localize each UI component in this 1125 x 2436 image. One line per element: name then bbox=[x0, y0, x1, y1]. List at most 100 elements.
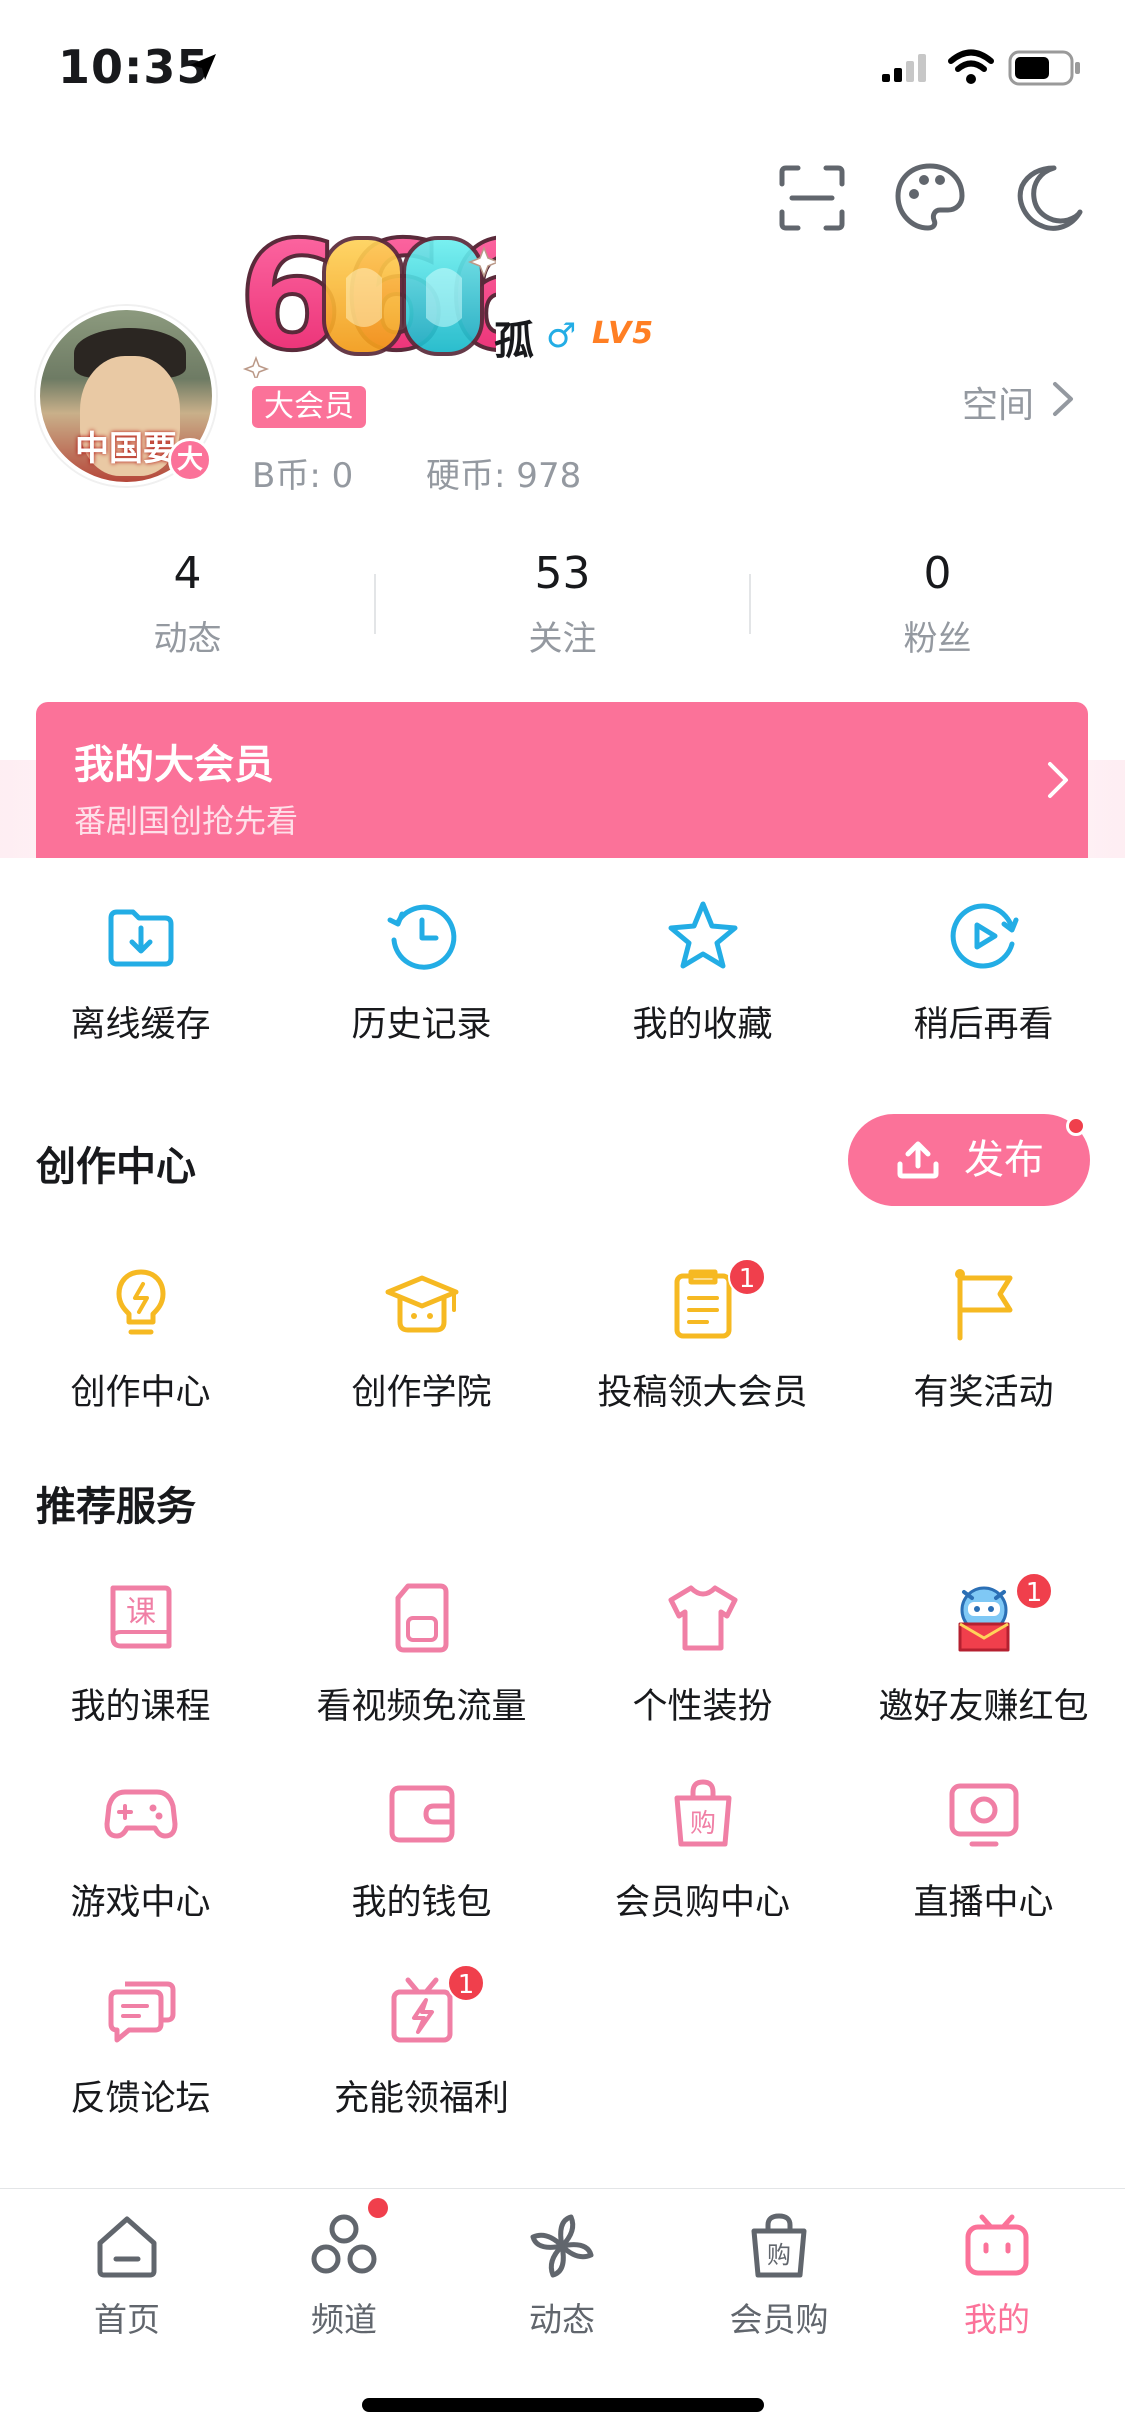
status-time: 10:35 bbox=[58, 40, 210, 94]
service-label: 直播中心 bbox=[913, 1883, 1054, 1923]
count-badge: 1 bbox=[1015, 1572, 1053, 1610]
services-row-2: 游戏中心 我的钱包 购 会员购中心 直播中心 bbox=[0, 1776, 1125, 1925]
lightbulb-icon bbox=[116, 1269, 165, 1335]
creation-label: 创作中心 bbox=[70, 1373, 211, 1413]
chevron-right-icon bbox=[1048, 762, 1068, 798]
nickname-art-666[interactable]: 666 bbox=[236, 208, 496, 378]
quick-label: 离线缓存 bbox=[70, 1005, 211, 1045]
creation-label: 投稿领大会员 bbox=[597, 1373, 808, 1413]
shopping-bag-icon: 购 bbox=[674, 1779, 731, 1847]
level-badge: LV5 bbox=[592, 316, 655, 351]
quick-label: 稍后再看 bbox=[913, 1005, 1054, 1045]
service-label: 邀好友赚红包 bbox=[878, 1687, 1089, 1727]
stat-followers[interactable]: 0 粉丝 bbox=[750, 548, 1125, 668]
creation-label: 创作学院 bbox=[351, 1373, 492, 1413]
course-glyph: 课 bbox=[126, 1595, 156, 1630]
space-link[interactable]: 空间 bbox=[962, 376, 1034, 428]
service-vip-shop[interactable]: 购 会员购中心 bbox=[562, 1776, 843, 1925]
quick-favorites[interactable]: 我的收藏 bbox=[562, 898, 843, 1047]
palette-icon[interactable] bbox=[892, 160, 968, 236]
pinwheel-icon bbox=[530, 2214, 594, 2278]
creation-events-item[interactable]: 有奖活动 bbox=[843, 1266, 1124, 1415]
tv-mascot-icon bbox=[965, 2214, 1029, 2276]
tab-channel[interactable]: 频道 bbox=[254, 2211, 434, 2341]
creation-center-item[interactable]: 创作中心 bbox=[0, 1266, 281, 1415]
live-tv-icon bbox=[949, 1783, 1018, 1847]
creation-row: 创作中心 创作学院 投稿领大会员 1 有奖活动 bbox=[0, 1258, 1125, 1415]
notification-dot bbox=[1066, 1116, 1086, 1136]
service-my-course[interactable]: 课 我的课程 bbox=[0, 1580, 281, 1729]
service-dress-up[interactable]: 个性装扮 bbox=[562, 1580, 843, 1729]
channel-circles-icon bbox=[311, 2214, 377, 2274]
publish-button[interactable]: 发布 bbox=[848, 1114, 1090, 1206]
quick-actions-row: 离线缓存 历史记录 我的收藏 稍后再看 bbox=[0, 898, 1125, 1047]
coin-balance: 硬币: 978 bbox=[426, 456, 582, 496]
vip-banner[interactable]: 我的大会员 番剧国创抢先看 bbox=[36, 702, 1088, 858]
tab-vip-shop[interactable]: 购 会员购 bbox=[689, 2211, 869, 2341]
stat-divider bbox=[749, 574, 751, 634]
stat-following[interactable]: 53 关注 bbox=[375, 548, 750, 668]
service-label: 我的钱包 bbox=[351, 1883, 492, 1923]
service-label: 我的课程 bbox=[70, 1687, 211, 1727]
service-game-center[interactable]: 游戏中心 bbox=[0, 1776, 281, 1925]
watch-later-icon bbox=[950, 903, 1018, 969]
count-badge: 1 bbox=[447, 1964, 485, 2002]
service-label: 反馈论坛 bbox=[70, 2079, 211, 2119]
creation-academy-item[interactable]: 创作学院 bbox=[281, 1266, 562, 1415]
service-label: 会员购中心 bbox=[614, 1883, 790, 1923]
stat-number: 53 bbox=[534, 548, 591, 599]
service-label: 个性装扮 bbox=[632, 1687, 773, 1727]
service-label: 充能领福利 bbox=[333, 2079, 509, 2119]
battery-icon bbox=[1008, 50, 1080, 86]
creation-label: 有奖活动 bbox=[913, 1373, 1054, 1413]
stat-label: 关注 bbox=[528, 619, 597, 659]
quick-offline-cache[interactable]: 离线缓存 bbox=[0, 898, 281, 1047]
quick-watch-later[interactable]: 稍后再看 bbox=[843, 898, 1124, 1047]
tab-label: 频道 bbox=[311, 2300, 377, 2339]
service-wallet[interactable]: 我的钱包 bbox=[281, 1776, 562, 1925]
night-mode-moon-icon[interactable] bbox=[1010, 160, 1086, 236]
scan-icon[interactable] bbox=[774, 160, 850, 236]
service-invite-friends[interactable]: 邀好友赚红包 1 bbox=[843, 1572, 1124, 1729]
service-label: 看视频免流量 bbox=[316, 1687, 527, 1727]
shop-glyph: 购 bbox=[767, 2241, 791, 2269]
tab-mine[interactable]: 我的 bbox=[907, 2211, 1087, 2341]
nickname-suffix: 孤 bbox=[494, 318, 534, 364]
stat-dynamics[interactable]: 4 动态 bbox=[0, 548, 375, 668]
sim-card-icon bbox=[395, 1583, 448, 1653]
quick-label: 历史记录 bbox=[351, 1005, 492, 1045]
chevron-right-icon[interactable] bbox=[1050, 380, 1076, 418]
course-book-icon: 课 bbox=[110, 1585, 171, 1649]
shopping-bag-icon: 购 bbox=[751, 2213, 807, 2278]
services-section-title: 推荐服务 bbox=[36, 1484, 196, 1530]
tab-label: 动态 bbox=[529, 2300, 595, 2339]
home-indicator[interactable] bbox=[362, 2398, 764, 2412]
stat-label: 粉丝 bbox=[903, 619, 972, 659]
service-charge-rewards[interactable]: 充能领福利 1 bbox=[281, 1964, 562, 2121]
count-badge: 1 bbox=[728, 1258, 766, 1296]
status-bar: 10:35 bbox=[0, 0, 1125, 140]
bcoin-balance: B币: 0 bbox=[252, 456, 354, 496]
wifi-icon bbox=[948, 49, 994, 84]
flag-icon bbox=[954, 1269, 1012, 1341]
stat-divider bbox=[374, 574, 376, 634]
mascot-red-packet-icon bbox=[958, 1586, 1009, 1652]
quick-history[interactable]: 历史记录 bbox=[281, 898, 562, 1047]
chat-bubbles-icon bbox=[108, 1981, 175, 2043]
quick-label: 我的收藏 bbox=[632, 1005, 773, 1045]
tab-dynamics[interactable]: 动态 bbox=[472, 2211, 652, 2341]
notification-dot bbox=[368, 2198, 388, 2218]
stats-row: 4 动态 53 关注 0 粉丝 bbox=[0, 548, 1125, 668]
stat-number: 4 bbox=[173, 548, 202, 599]
coins-row: B币: 0 硬币: 978 bbox=[252, 448, 643, 497]
service-feedback-forum[interactable]: 反馈论坛 bbox=[0, 1972, 281, 2121]
download-folder-icon bbox=[108, 909, 173, 967]
upload-icon bbox=[897, 1141, 939, 1179]
service-live-center[interactable]: 直播中心 bbox=[843, 1776, 1124, 1925]
gender-male-icon: ♂ bbox=[546, 316, 577, 356]
tab-home[interactable]: 首页 bbox=[37, 2211, 217, 2341]
creation-submit-vip-item[interactable]: 投稿领大会员 1 bbox=[562, 1258, 843, 1415]
location-arrow-icon bbox=[190, 54, 216, 80]
service-free-data[interactable]: 看视频免流量 bbox=[281, 1580, 562, 1729]
avatar-pendant-badge: 大 bbox=[168, 438, 212, 482]
